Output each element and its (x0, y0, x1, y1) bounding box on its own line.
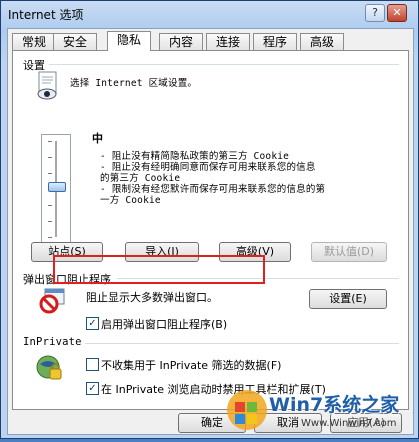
slider-tick (48, 141, 52, 142)
tab-privacy[interactable]: 隐私 (107, 31, 151, 51)
slider-tick (48, 205, 52, 206)
tab-general[interactable]: 常规 (12, 33, 56, 50)
enable-popup-blocker-checkbox[interactable]: ✓ (86, 317, 99, 330)
tab-content[interactable]: 内容 (159, 33, 203, 50)
enable-popup-blocker-label[interactable]: 启用弹出窗口阻止程序(B) (101, 316, 227, 332)
inprivate-heading: InPrivate (23, 336, 82, 348)
description-line: - 阻止没有精简隐私政策的第三方 Cookie (100, 151, 290, 162)
slider-tick (48, 157, 52, 158)
privacy-level-name: 中 (92, 132, 103, 145)
privacy-panel: 设置 选择 Internet 区域设置。 中 - 阻止没有精简隐私政策的第三方 … (12, 50, 409, 410)
description-line: - 阻止没有经明确同意而保存可用来联系您的信息 (100, 162, 316, 173)
window-title: Internet 选项 (8, 8, 84, 22)
inprivate-icon (35, 354, 63, 382)
watermark-url: Www.Winwin7.com (301, 418, 397, 429)
popup-settings-button[interactable]: 设置(E) (309, 289, 387, 309)
description-line: - 限制没有经您默许而保存可用来联系您的信息的第 (100, 184, 326, 195)
slider-tick (48, 173, 52, 174)
default-button[interactable]: 默认值(D) (311, 242, 387, 262)
watermark-brand: Win7系统之家 (269, 394, 400, 416)
slider-tick (48, 237, 52, 238)
inprivate-divider (85, 343, 399, 344)
site-watermark: Win7系统之家 Www.Winwin7.com (217, 382, 419, 439)
popup-blocker-icon (39, 288, 65, 314)
no-filter-data-checkbox[interactable]: ✓ (86, 358, 99, 371)
highlight-box (53, 255, 265, 284)
slider-thumb[interactable] (48, 182, 66, 192)
help-button[interactable]: ? (365, 4, 385, 22)
settings-divider (49, 64, 399, 65)
tab-programs[interactable]: 程序 (253, 33, 297, 50)
tab-security[interactable]: 安全 (53, 33, 97, 50)
privacy-level-description: - 阻止没有精简隐私政策的第三方 Cookie - 阻止没有经明确同意而保存可用… (100, 151, 400, 206)
tab-connections[interactable]: 连接 (206, 33, 250, 50)
title-bar[interactable]: Internet 选项 ? ✕ (1, 1, 418, 27)
dialog-body: 常规 安全 隐私 内容 连接 程序 高级 设置 选择 Internet 区域设置… (7, 28, 414, 435)
privacy-level-slider[interactable] (41, 134, 71, 246)
description-line: 的第三方 Cookie (100, 173, 181, 184)
close-button[interactable]: ✕ (387, 4, 407, 22)
internet-options-window: Internet 选项 ? ✕ 常规 安全 隐私 内容 连接 程序 高级 设置 (0, 0, 419, 439)
zone-instruction: 选择 Internet 区域设置。 (70, 75, 197, 89)
privacy-document-icon (35, 71, 61, 101)
tab-advanced[interactable]: 高级 (300, 33, 344, 50)
slider-tick (48, 221, 52, 222)
zone-instruction-text: 选择 Internet 区域设置。 (70, 78, 198, 89)
description-line: 一方 Cookie (100, 195, 161, 206)
disable-toolbars-checkbox[interactable]: ✓ (86, 382, 99, 395)
popup-description: 阻止显示大多数弹出窗口。 (86, 291, 218, 304)
no-filter-data-label[interactable]: 不收集用于 InPrivate 筛选的数据(F) (101, 357, 281, 373)
